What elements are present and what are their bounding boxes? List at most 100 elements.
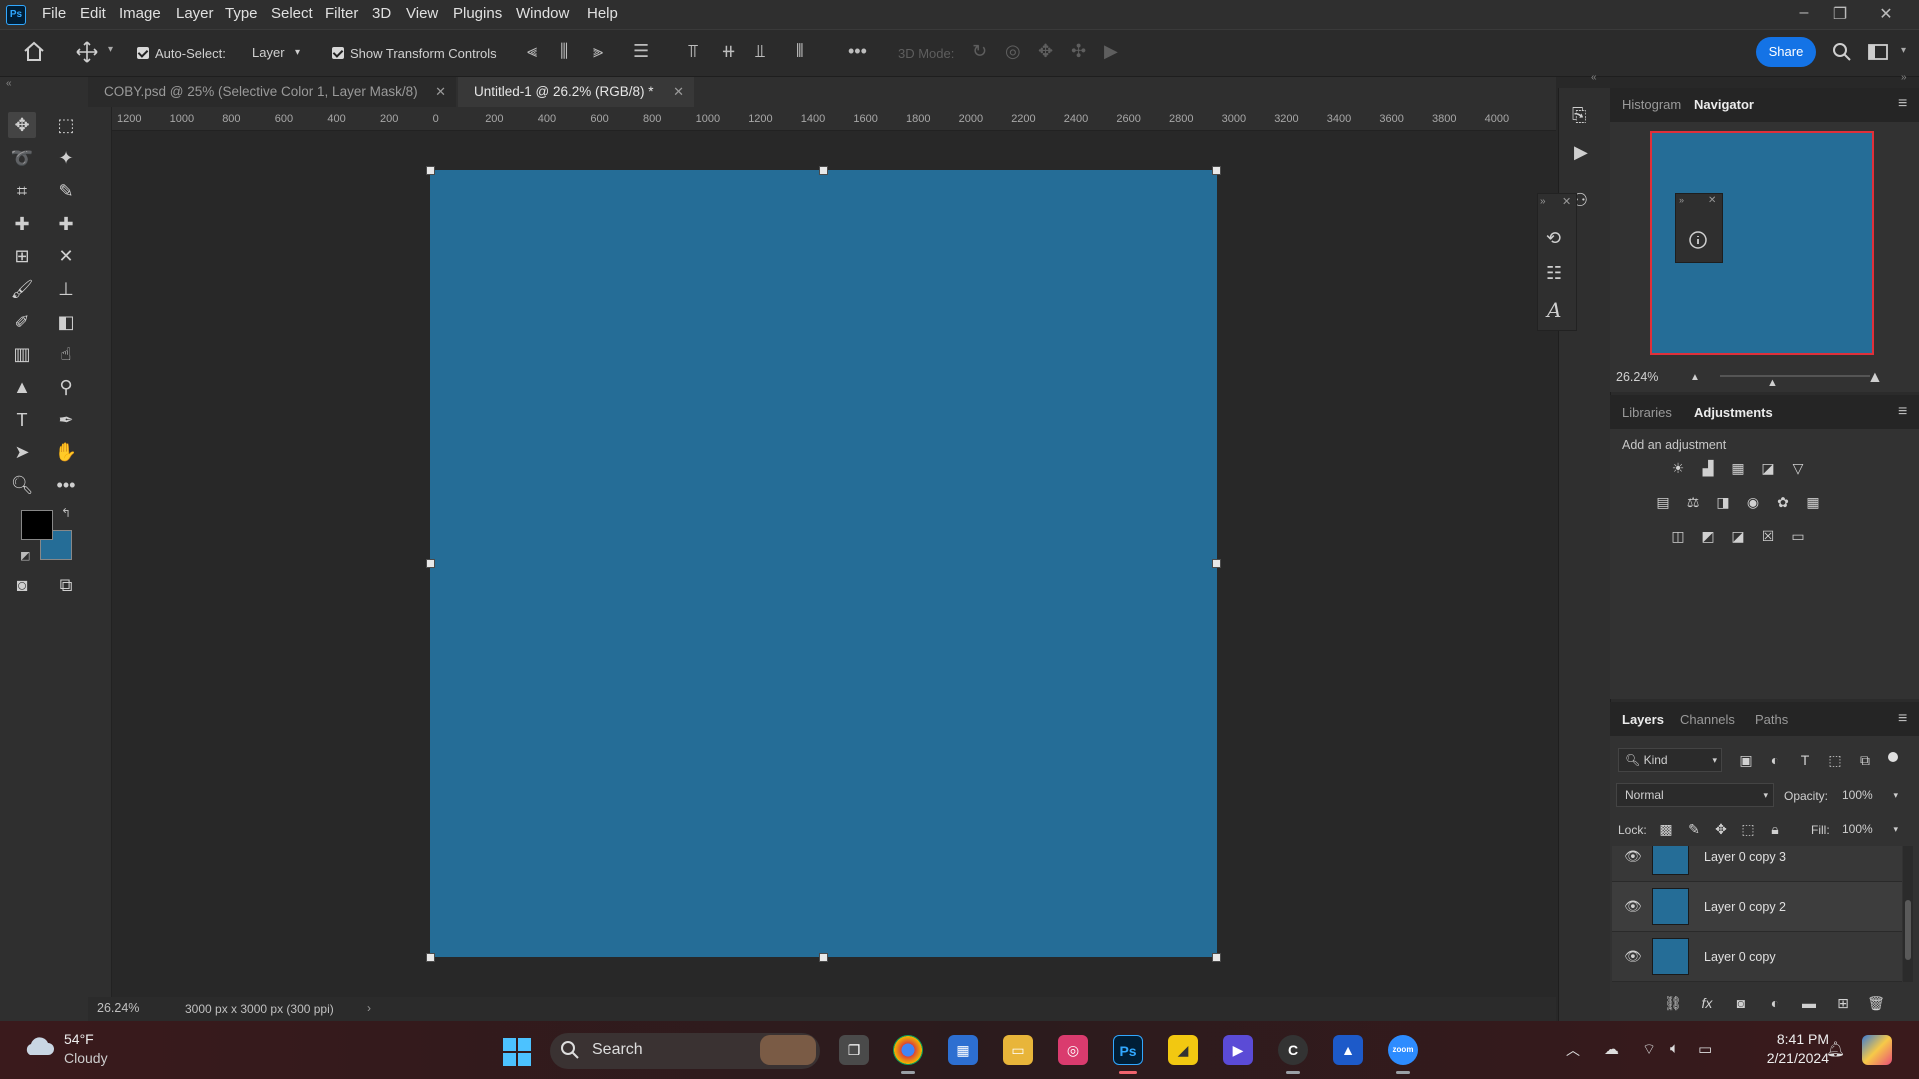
new-layer-icon[interactable]: ⊞ [1833, 993, 1853, 1013]
close-tab-icon[interactable]: ✕ [435, 77, 446, 107]
layer-filter-dropdown[interactable]: 🔍︎ Kind ▾ [1618, 748, 1722, 772]
task-view-icon[interactable]: ❐ [839, 1035, 869, 1065]
smudge-tool-icon[interactable]: ☝ [52, 341, 80, 367]
brightness-contrast-icon[interactable]: ☀ [1668, 458, 1688, 478]
minimize-icon[interactable]: – [1790, 4, 1818, 22]
collapse-dock-icon[interactable]: « [1591, 72, 1597, 83]
menu-help[interactable]: Help [587, 5, 618, 22]
panel-menu-icon[interactable]: ≡ [1898, 710, 1907, 728]
menu-type[interactable]: Type [225, 5, 258, 22]
new-group-icon[interactable]: ▬ [1799, 993, 1819, 1013]
photoshop-taskbar-icon[interactable]: Ps [1113, 1035, 1143, 1065]
chevron-right-icon[interactable]: › [367, 1001, 371, 1015]
workspace-icon[interactable] [1868, 44, 1888, 60]
foreground-color-swatch-top[interactable] [21, 510, 53, 540]
path-selection-tool-icon[interactable]: ➤ [8, 439, 36, 465]
expand-panel-icon[interactable]: » [1679, 195, 1684, 205]
history-icon[interactable]: ⟲ [1546, 228, 1561, 249]
layer-row[interactable]: 👁︎ Layer 0 copy 3 [1612, 846, 1902, 882]
layer-name[interactable]: Layer 0 copy 3 [1704, 850, 1786, 864]
chrome-icon[interactable] [893, 1035, 923, 1065]
lock-paint-icon[interactable]: ✎ [1684, 819, 1704, 839]
filter-type-icon[interactable]: T [1795, 750, 1815, 770]
glyphs-icon[interactable]: A [1547, 298, 1561, 322]
eyedropper-tool-icon[interactable]: ✎ [52, 178, 80, 204]
swap-colors-icon[interactable]: ↰ [61, 506, 71, 520]
menu-select[interactable]: Select [271, 5, 313, 22]
color-lookup-icon[interactable]: ▦ [1803, 492, 1823, 512]
transform-handle-bottom-left[interactable] [426, 953, 435, 962]
levels-icon[interactable]: ▟ [1698, 458, 1718, 478]
blend-mode-dropdown[interactable]: Normal ▾ [1616, 783, 1774, 807]
layer-name[interactable]: Layer 0 copy [1704, 950, 1776, 964]
align-bottom-icon[interactable]: ⫫ [755, 41, 765, 62]
tab-channels[interactable]: Channels [1680, 712, 1735, 727]
add-mask-icon[interactable]: ◙ [1731, 993, 1751, 1013]
lock-artboard-icon[interactable]: ⬚ [1738, 819, 1758, 839]
wifi-icon[interactable]: ⌔ [1642, 1040, 1656, 1059]
onedrive-icon[interactable]: ☁ [1604, 1040, 1619, 1058]
curves-icon[interactable]: ▦ [1728, 458, 1748, 478]
align-center-icon[interactable]: ⫼ [560, 41, 568, 62]
layers-scrollbar-thumb[interactable] [1905, 900, 1911, 960]
menu-edit[interactable]: Edit [80, 5, 106, 22]
auto-select-checkbox[interactable] [137, 47, 149, 59]
clone-stamp-tool-icon[interactable]: ⊥ [52, 276, 80, 302]
filter-adjustment-icon[interactable]: ◐ [1765, 750, 1785, 770]
windows-start-icon[interactable] [502, 1037, 532, 1067]
gradient-map-icon[interactable]: ▭ [1788, 526, 1808, 546]
chevron-down-icon[interactable]: ▾ [108, 44, 113, 55]
tab-coby[interactable]: COBY.psd @ 25% (Selective Color 1, Layer… [88, 77, 456, 107]
exposure-icon[interactable]: ◪ [1758, 458, 1778, 478]
content-aware-move-icon[interactable]: ✕ [52, 243, 80, 269]
tab-navigator[interactable]: Navigator [1694, 97, 1754, 112]
move-tool-preset-icon[interactable] [75, 40, 99, 64]
tab-untitled-1[interactable]: Untitled-1 @ 26.2% (RGB/8) * ✕ [458, 77, 694, 107]
zoom-in-icon[interactable]: ▲ [1867, 369, 1883, 387]
tab-layers[interactable]: Layers [1622, 712, 1664, 727]
align-middle-icon[interactable]: ⧺ [721, 41, 736, 62]
close-icon[interactable]: ✕ [1708, 195, 1716, 206]
menu-filter[interactable]: Filter [325, 5, 358, 22]
transform-handle-bottom[interactable] [819, 953, 828, 962]
menu-plugins[interactable]: Plugins [453, 5, 502, 22]
status-zoom[interactable]: 26.24% [97, 1001, 139, 1015]
document-canvas[interactable] [430, 170, 1217, 957]
menu-file[interactable]: File [42, 5, 66, 22]
close-tab-icon[interactable]: ✕ [673, 77, 684, 107]
spot-healing-tool-icon[interactable]: ✚ [8, 211, 36, 237]
transform-handle-left[interactable] [426, 559, 435, 568]
cloud-icon[interactable] [22, 1035, 54, 1059]
color-balance-icon[interactable]: ⚖ [1683, 492, 1703, 512]
default-colors-icon[interactable]: ◩ [20, 549, 30, 562]
copilot-icon[interactable] [1862, 1035, 1892, 1065]
more-tools-icon[interactable]: ••• [52, 472, 80, 498]
paramount-icon[interactable]: ▲ [1333, 1035, 1363, 1065]
creative-cloud-icon[interactable]: ◎ [1058, 1035, 1088, 1065]
new-adjustment-layer-icon[interactable]: ◐ [1765, 993, 1785, 1013]
notifications-icon[interactable]: 🔔︎ [1826, 1040, 1845, 1058]
channel-mixer-icon[interactable]: ✿ [1773, 492, 1793, 512]
menu-view[interactable]: View [406, 5, 438, 22]
eye-icon[interactable]: 👁︎ [1624, 948, 1642, 965]
menu-window[interactable]: Window [516, 5, 569, 22]
align-left-icon[interactable]: ⫷ [527, 41, 537, 62]
magic-wand-tool-icon[interactable]: ✦ [52, 145, 80, 171]
close-icon[interactable]: ✕ [1562, 195, 1571, 208]
sharpen-tool-icon[interactable]: ▲ [8, 374, 36, 400]
align-right-icon[interactable]: ⫸ [593, 41, 603, 62]
hand-tool-icon[interactable]: ✋ [52, 439, 80, 465]
transform-handle-bottom-right[interactable] [1212, 953, 1221, 962]
type-tool-icon[interactable]: T [8, 407, 36, 433]
delete-layer-icon[interactable]: 🗑︎ [1866, 993, 1886, 1013]
tab-histogram[interactable]: Histogram [1622, 97, 1681, 112]
vibrance-icon[interactable]: ▽ [1788, 458, 1808, 478]
zoom-slider-thumb[interactable]: ▲ [1767, 377, 1778, 389]
show-transform-checkbox[interactable] [332, 47, 344, 59]
hue-saturation-icon[interactable]: ▤ [1653, 492, 1673, 512]
align-top-icon[interactable]: ⫪ [688, 41, 698, 62]
layer-name[interactable]: Layer 0 copy 2 [1704, 900, 1786, 914]
opacity-input[interactable]: 100% ▾ [1838, 784, 1902, 806]
crop-tool-icon[interactable]: ⌗ [8, 178, 36, 204]
adjustments-sliders-icon[interactable]: ☷ [1546, 263, 1562, 284]
